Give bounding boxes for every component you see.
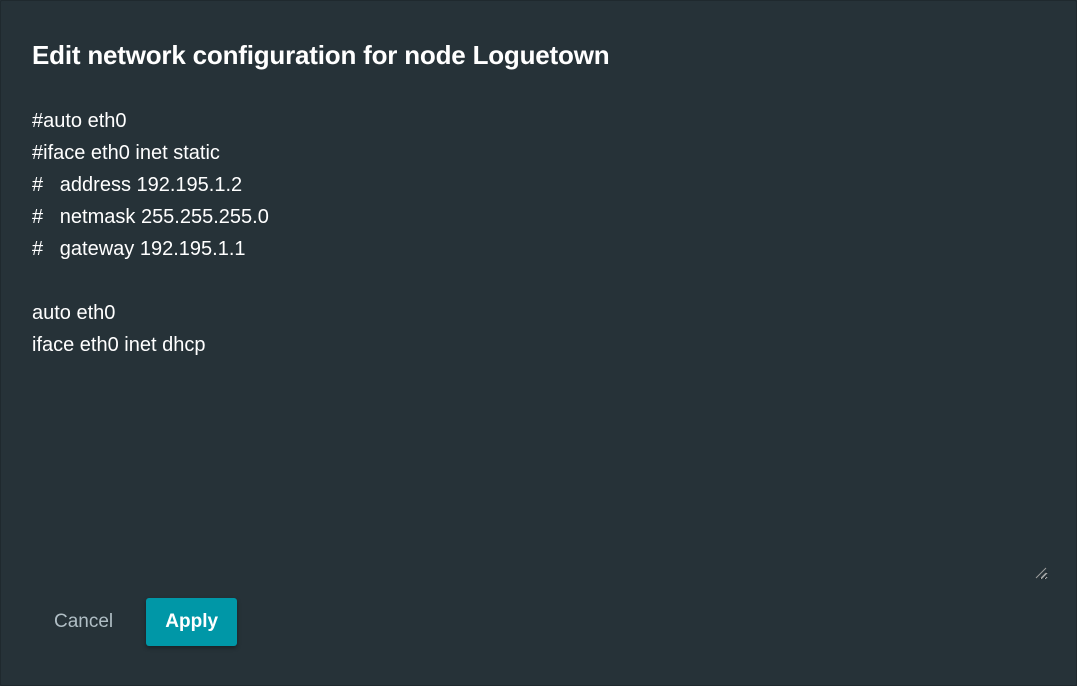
dialog-actions: Cancel Apply xyxy=(38,598,238,646)
network-config-dialog: Edit network configuration for node Logu… xyxy=(0,0,1077,686)
dialog-title: Edit network configuration for node Logu… xyxy=(32,40,610,70)
apply-button[interactable]: Apply xyxy=(146,598,238,646)
network-config-textarea[interactable]: #auto eth0 #iface eth0 inet static # add… xyxy=(32,105,1048,580)
cancel-button[interactable]: Cancel xyxy=(38,598,129,646)
resize-handle-icon[interactable] xyxy=(1034,566,1047,579)
